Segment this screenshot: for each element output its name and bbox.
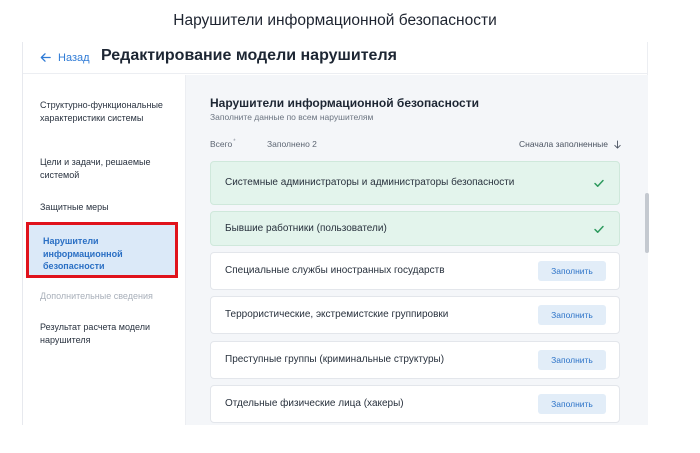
violator-card-sysadmins[interactable]: Системные администраторы и администратор… (210, 161, 620, 205)
fill-button[interactable]: Заполнить (538, 305, 606, 325)
sidebar-item-result[interactable]: Результат расчета модели нарушителя (40, 321, 180, 346)
header: Назад Редактирование модели нарушителя (23, 42, 647, 74)
editor-frame: Назад Редактирование модели нарушителя С… (22, 42, 648, 425)
violator-card-criminal-groups: Преступные группы (криминальные структур… (210, 341, 620, 379)
fill-button[interactable]: Заполнить (538, 350, 606, 370)
sidebar-item-additional: Дополнительные сведения (40, 291, 153, 301)
arrow-left-icon (40, 53, 51, 62)
sidebar-item-structure[interactable]: Структурно-функциональные характеристики… (40, 99, 180, 124)
sort-label: Сначала заполненные (519, 139, 608, 149)
section-subtitle: Заполните данные по всем нарушителям (210, 112, 374, 122)
sidebar-item-goals[interactable]: Цели и задачи, решаемые системой (40, 156, 180, 181)
violator-card-former-employees[interactable]: Бывшие работники (пользователи) (210, 211, 620, 246)
sidebar: Структурно-функциональные характеристики… (23, 75, 185, 425)
filter-all-marker: * (233, 139, 236, 146)
fill-button[interactable]: Заполнить (538, 394, 606, 414)
violator-label: Преступные группы (криминальные структур… (225, 354, 445, 365)
violator-label: Отдельные физические лица (хакеры) (225, 398, 404, 409)
scrollbar-thumb[interactable] (645, 193, 649, 253)
check-icon (594, 225, 604, 233)
main-panel: Нарушители информационной безопасности З… (186, 75, 648, 425)
page-title: Редактирование модели нарушителя (101, 47, 397, 64)
sidebar-item-violators[interactable]: Нарушители информационной безопасности (26, 222, 178, 278)
top-title: Нарушители информационной безопасности (173, 12, 497, 29)
violator-card-terrorists: Террористические, экстремистские группир… (210, 296, 620, 334)
back-link[interactable]: Назад (39, 51, 90, 64)
filter-all-label: Всего (210, 139, 233, 149)
violator-card-special-services: Специальные службы иностранных государст… (210, 252, 620, 290)
sort-toggle[interactable]: Сначала заполненные (519, 139, 622, 149)
arrow-down-icon (614, 139, 621, 149)
violator-label: Террористические, экстремистские группир… (225, 309, 449, 320)
section-title: Нарушители информационной безопасности (210, 96, 479, 110)
filter-filled-tab[interactable]: Заполнено 2 (267, 139, 317, 149)
violator-label: Системные администраторы и администратор… (225, 177, 515, 188)
fill-button[interactable]: Заполнить (538, 261, 606, 281)
back-label: Назад (58, 51, 90, 64)
filter-all-tab[interactable]: Всего* (210, 139, 236, 149)
check-icon (594, 179, 604, 187)
violator-card-hackers: Отдельные физические лица (хакеры) Запол… (210, 385, 620, 423)
violator-label: Специальные службы иностранных государст… (225, 265, 445, 276)
violator-label: Бывшие работники (пользователи) (225, 222, 387, 234)
sidebar-item-protection[interactable]: Защитные меры (40, 201, 180, 214)
